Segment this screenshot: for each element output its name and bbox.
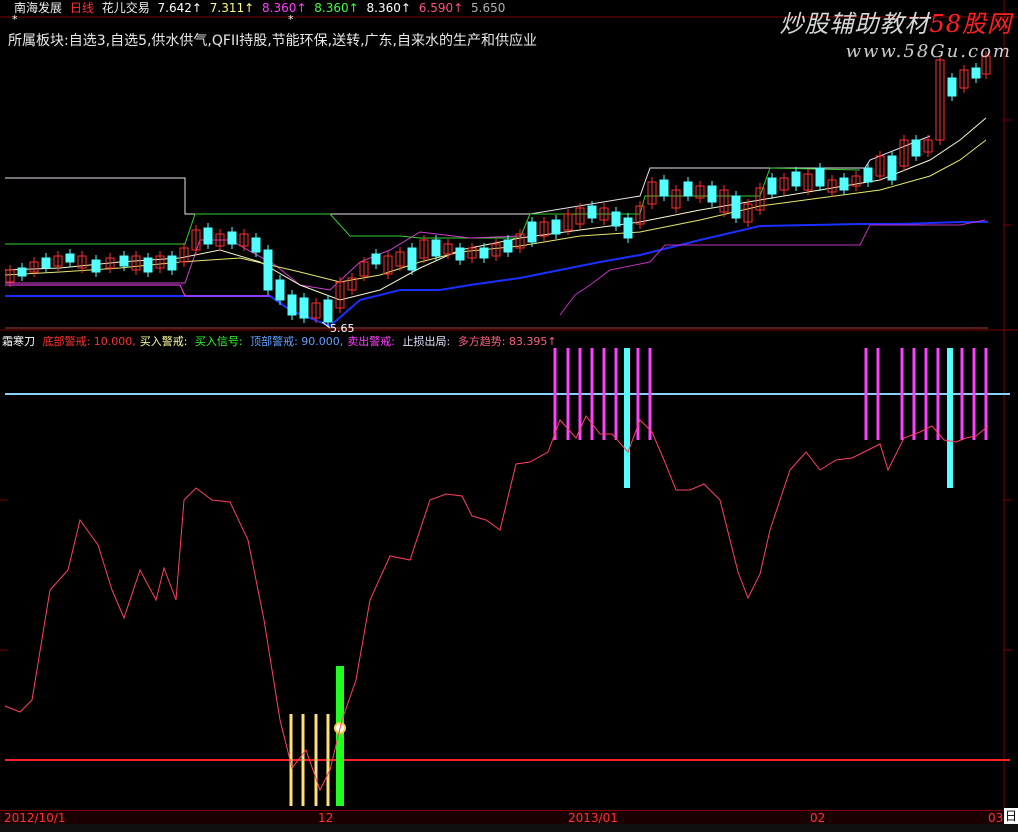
- candle-body: [41, 257, 51, 269]
- candle-body: [287, 294, 297, 316]
- magenta-low-line: [5, 284, 270, 297]
- candle-body: [17, 267, 27, 277]
- candle-body: [527, 221, 537, 243]
- candle-body: [407, 247, 417, 271]
- indicator-items: 底部警戒: 10.000, 买入警戒: 买入信号: 顶部警戒: 90.000, 卖出…: [43, 335, 561, 348]
- indicator-legend-item: 买入警戒:: [139, 335, 191, 348]
- candle-body: [947, 77, 957, 97]
- candle-body: [275, 279, 285, 301]
- candle-body: [731, 195, 741, 219]
- period-label[interactable]: 日线: [70, 1, 94, 15]
- candle-body: [431, 239, 441, 257]
- buy-signal-bar: [336, 666, 344, 806]
- candle-body: [479, 247, 489, 259]
- candle-body: [65, 253, 75, 263]
- sector-info: 所属板块:自选3,自选5,供水供气,QFII持股,节能环保,送转,广东,自来水的…: [8, 33, 538, 49]
- candle-body: [659, 179, 669, 197]
- candle-body: [119, 255, 129, 267]
- indicator-legend-item: 多方趋势: 83.395↑: [457, 335, 557, 348]
- candle-body: [503, 239, 513, 253]
- candle-body: [707, 185, 717, 203]
- candle-body: [611, 211, 621, 227]
- candle-body: [143, 257, 153, 273]
- indicator-legend-item: 止损出局:: [402, 335, 454, 348]
- candle-body: [623, 217, 633, 239]
- value-2: 7.311↑: [209, 1, 255, 15]
- candle-body: [911, 139, 921, 157]
- value-3: 8.360↑: [262, 1, 307, 15]
- candle-body: [371, 253, 381, 265]
- candle-body: [299, 297, 309, 319]
- indicator-legend-item: 买入信号:: [194, 335, 247, 348]
- date-label: 12: [318, 811, 334, 825]
- price-header: 南海发展 日线 花儿交易 7.642↑ 7.311↑ 8.360↑ 8.360↑…: [14, 0, 509, 16]
- candle-body: [683, 181, 693, 197]
- watermark-text-a: 炒股辅助教材: [779, 10, 930, 38]
- candle-body: [551, 219, 561, 235]
- candle-body: [815, 167, 825, 187]
- trend-line: [4, 415, 989, 792]
- indicator-legend-item: 卖出警戒:: [347, 335, 399, 348]
- candle-body: [455, 247, 465, 261]
- watermark-logo: 炒股辅助教材58股网 www.58Gu.com: [779, 4, 1012, 62]
- value-5: 8.360↑: [366, 1, 411, 15]
- date-label: 2013/01: [568, 811, 618, 825]
- date-label: 2012/10/1: [4, 811, 66, 825]
- star-marker-left: *: [12, 13, 18, 26]
- candle-body: [863, 167, 873, 183]
- candle-body: [167, 255, 177, 271]
- stock-name[interactable]: 南海发展: [14, 1, 62, 15]
- candle-body: [263, 249, 273, 291]
- bottom-tab-bar[interactable]: [0, 824, 1018, 832]
- candle-body: [767, 177, 777, 195]
- stop-loss-bar: [947, 348, 953, 488]
- candle-body: [971, 67, 981, 79]
- value-1: 7.642↑: [157, 1, 202, 15]
- candle-body: [887, 155, 897, 181]
- ma-white-line: [4, 117, 987, 301]
- candle-body: [791, 171, 801, 187]
- candle-body: [227, 231, 237, 245]
- indicator-legend-item: 底部警戒: 10.000,: [42, 335, 136, 348]
- value-7: 5.650: [471, 1, 506, 15]
- star-marker-mid: *: [288, 13, 294, 26]
- value-4: 8.360↑: [314, 1, 359, 15]
- watermark-text-b: 58股网: [929, 10, 1012, 38]
- chart-canvas: [0, 0, 1018, 810]
- indicator-legend-item: 顶部警戒: 90.000,: [250, 335, 344, 348]
- date-label: 02: [810, 811, 826, 825]
- date-axis: 2012/10/1 12 2013/01 02 03: [0, 810, 1018, 825]
- watermark-line2: www.58Gu.com: [845, 41, 1012, 62]
- candle-body: [91, 259, 101, 273]
- period-corner-button[interactable]: 日: [1004, 808, 1018, 824]
- candle-body: [251, 237, 261, 253]
- date-label: 03: [988, 811, 1004, 825]
- candle-body: [323, 299, 333, 323]
- indicator-title: 花儿交易: [101, 1, 150, 15]
- indicator-name[interactable]: 霜寒刀: [2, 335, 35, 348]
- candle-body: [587, 205, 597, 219]
- indicator-header: 霜寒刀 底部警戒: 10.000, 买入警戒: 买入信号: 顶部警戒: 90.00…: [2, 333, 565, 349]
- stop-loss-bar: [624, 348, 630, 488]
- watermark-line1: 炒股辅助教材58股网: [779, 4, 1012, 39]
- value-6: 6.590↑: [418, 1, 464, 15]
- candle-body: [203, 227, 213, 245]
- candle-body: [839, 177, 849, 191]
